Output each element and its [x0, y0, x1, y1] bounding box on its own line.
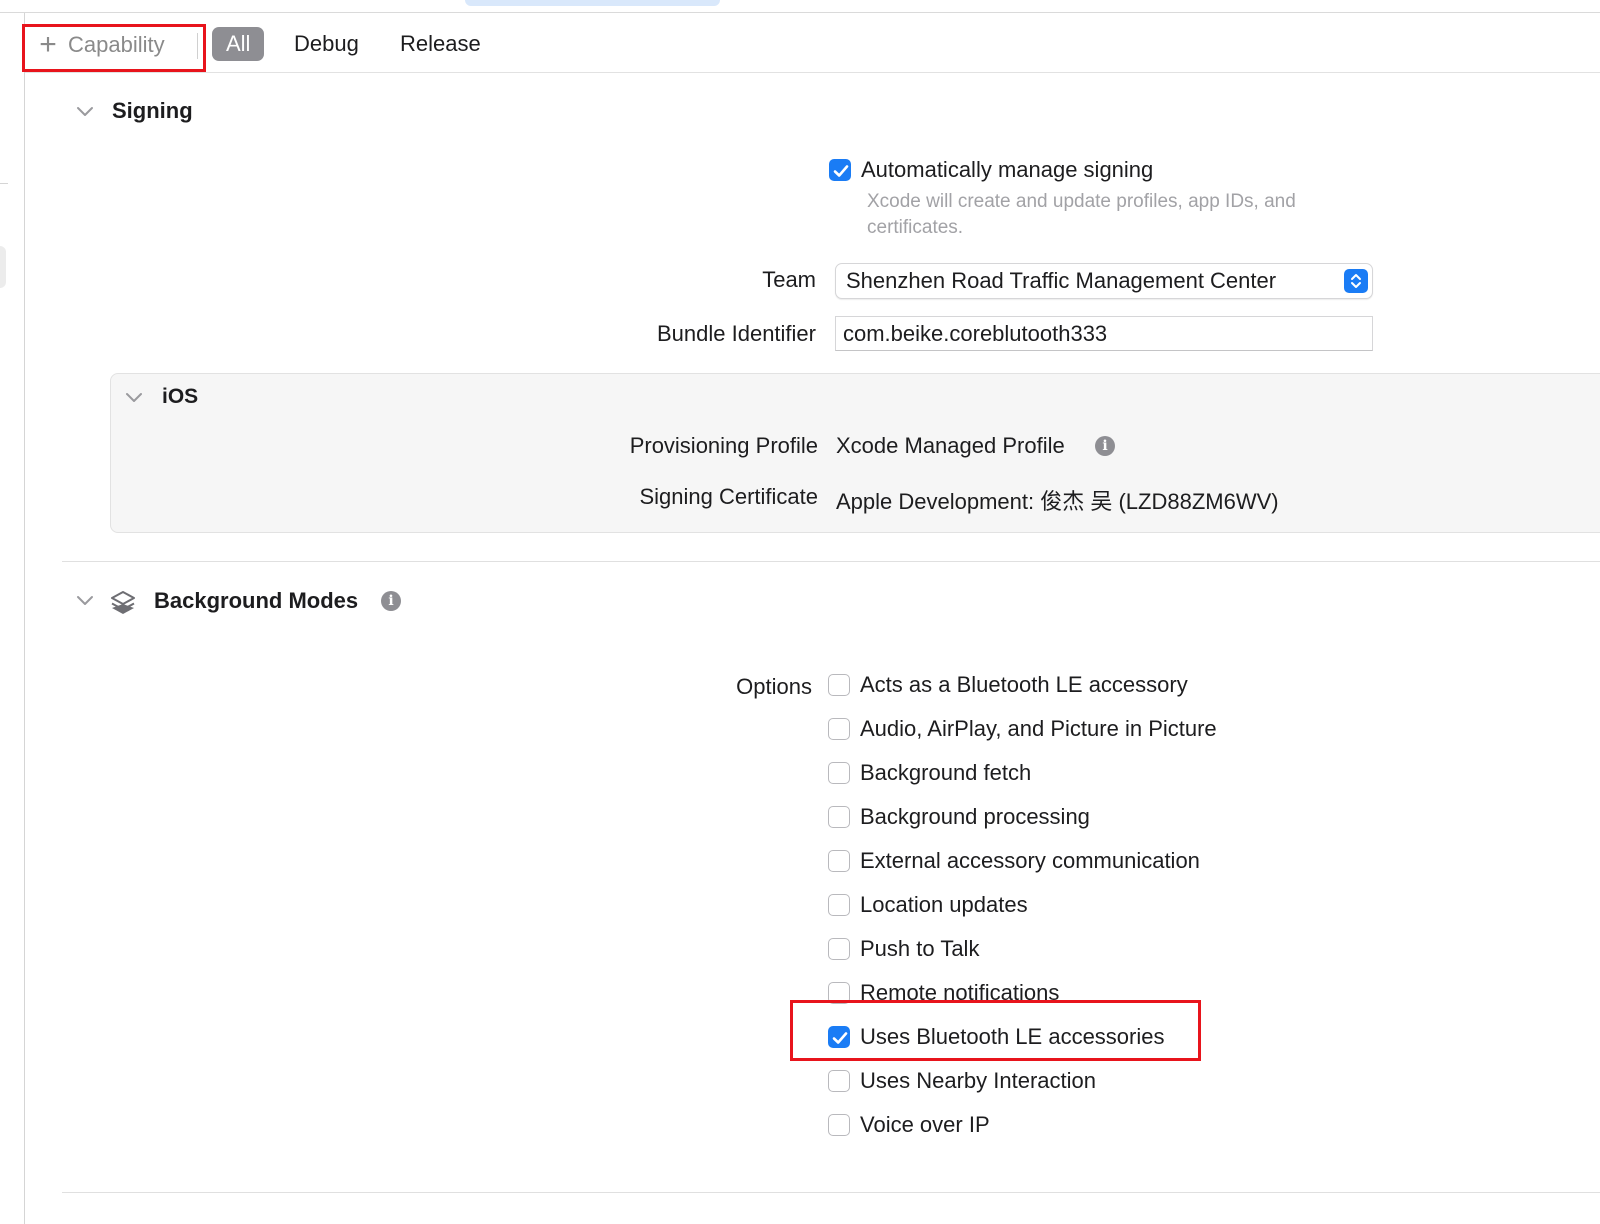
tab-release[interactable]: Release [386, 27, 495, 61]
option-row-background-processing[interactable]: Background processing [828, 802, 1090, 832]
option-label: Location updates [860, 892, 1028, 917]
option-checkbox-push-to-talk[interactable] [828, 938, 850, 960]
signing-disclosure-chevron-icon[interactable] [74, 101, 96, 123]
team-select-value: Shenzhen Road Traffic Management Center [846, 268, 1277, 293]
bundle-identifier-input[interactable] [843, 317, 1363, 350]
option-row-external-accessory[interactable]: External accessory communication [828, 846, 1200, 876]
background-modes-disclosure-chevron-icon[interactable] [74, 590, 96, 612]
provisioning-profile-label: Provisioning Profile [629, 433, 818, 458]
toolbar-divider [25, 72, 1600, 73]
editor-tab-indicator [465, 0, 720, 6]
option-label: Audio, AirPlay, and Picture in Picture [860, 716, 1217, 741]
option-label: External accessory communication [860, 848, 1200, 873]
team-select[interactable]: Shenzhen Road Traffic Management Center [835, 263, 1373, 299]
ios-disclosure-chevron-icon[interactable] [123, 387, 145, 409]
background-modes-section-title: Background Modes [154, 588, 359, 613]
signing-certificate-label: Signing Certificate [639, 484, 818, 509]
info-icon[interactable]: i [381, 591, 401, 611]
section-divider [62, 1192, 1600, 1193]
auto-manage-signing-checkbox[interactable] [829, 159, 851, 181]
team-label: Team [762, 267, 816, 292]
bundle-identifier-label: Bundle Identifier [657, 321, 816, 346]
bluetooth-highlight-box [790, 1000, 1201, 1061]
option-checkbox-acts-as-ble-accessory[interactable] [828, 674, 850, 696]
select-stepper-icon [1344, 269, 1368, 293]
option-row-acts-as-ble-accessory[interactable]: Acts as a Bluetooth LE accessory [828, 670, 1188, 700]
option-label: Background processing [860, 804, 1090, 829]
option-checkbox-background-fetch[interactable] [828, 762, 850, 784]
option-row-uses-nearby-interaction[interactable]: Uses Nearby Interaction [828, 1066, 1096, 1096]
option-checkbox-external-accessory[interactable] [828, 850, 850, 872]
provisioning-profile-value: Xcode Managed Profile [836, 433, 1065, 458]
bundle-identifier-field[interactable] [835, 316, 1373, 351]
option-label: Push to Talk [860, 936, 980, 961]
layers-icon [109, 589, 137, 617]
ios-section-title: iOS [162, 385, 199, 408]
options-label: Options [736, 674, 812, 699]
top-divider [0, 12, 1600, 13]
option-row-push-to-talk[interactable]: Push to Talk [828, 934, 979, 964]
navigator-border [24, 13, 25, 1224]
tab-all[interactable]: All [212, 27, 265, 61]
auto-manage-signing-hint: Xcode will create and update profiles, a… [867, 191, 1296, 212]
option-checkbox-audio-airplay-pip[interactable] [828, 718, 850, 740]
option-row-audio-airplay-pip[interactable]: Audio, AirPlay, and Picture in Picture [828, 714, 1217, 744]
option-label: Voice over IP [860, 1112, 990, 1137]
signing-certificate-value: Apple Development: 俊杰 吴 (LZD88ZM6WV) [836, 489, 1279, 514]
option-label: Uses Nearby Interaction [860, 1068, 1096, 1093]
option-row-location-updates[interactable]: Location updates [828, 890, 1028, 920]
info-icon[interactable]: i [1095, 436, 1115, 456]
option-row-background-fetch[interactable]: Background fetch [828, 758, 1031, 788]
option-checkbox-background-processing[interactable] [828, 806, 850, 828]
signing-section-title: Signing [112, 98, 193, 123]
section-divider [62, 561, 1600, 562]
option-label: Background fetch [860, 760, 1032, 785]
navigator-divider [0, 183, 8, 184]
option-checkbox-location-updates[interactable] [828, 894, 850, 916]
capability-highlight-box [22, 24, 206, 72]
auto-manage-signing-hint-2: certificates. [867, 217, 964, 238]
navigator-selection [0, 246, 6, 288]
auto-manage-signing-label: Automatically manage signing [861, 157, 1154, 182]
option-row-voice-over-ip[interactable]: Voice over IP [828, 1110, 990, 1140]
option-label: Acts as a Bluetooth LE accessory [860, 672, 1188, 697]
option-checkbox-voice-over-ip[interactable] [828, 1114, 850, 1136]
option-checkbox-uses-nearby-interaction[interactable] [828, 1070, 850, 1092]
tab-debug[interactable]: Debug [280, 27, 373, 61]
